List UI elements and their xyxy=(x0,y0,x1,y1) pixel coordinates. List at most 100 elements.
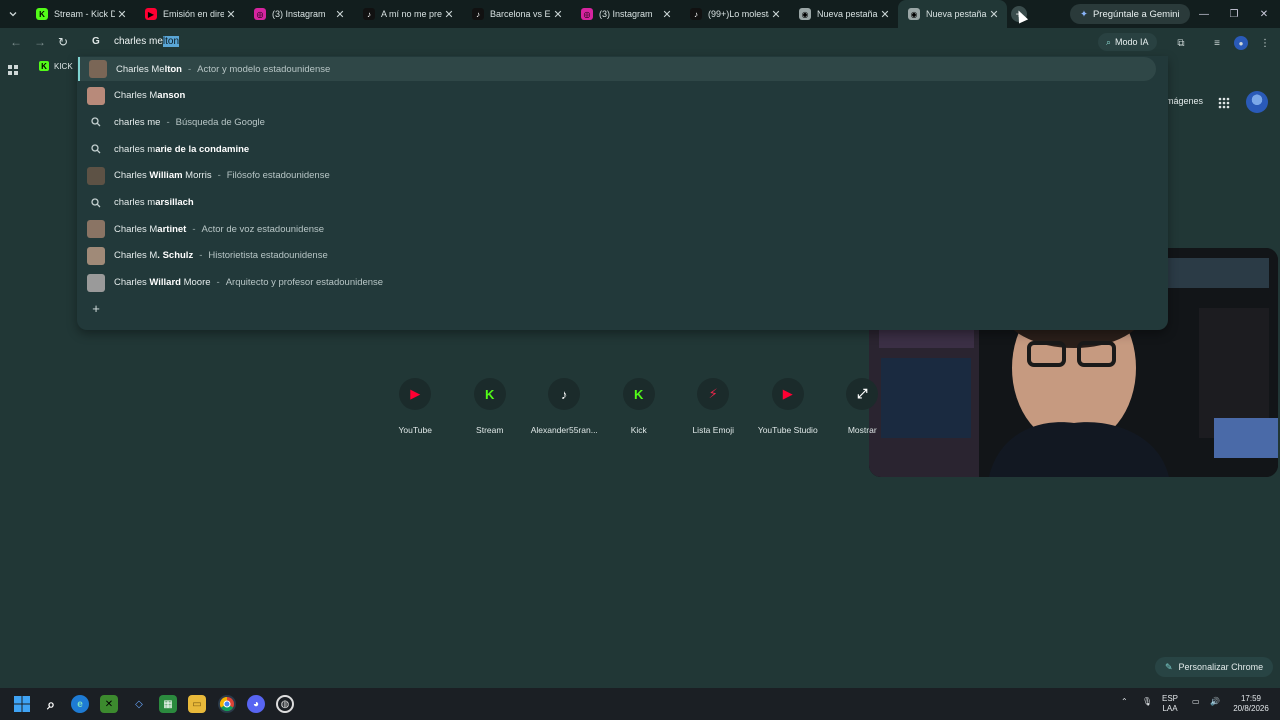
gemini-sparkle-icon: ✦ xyxy=(1080,8,1088,20)
entity-thumbnail xyxy=(87,166,105,185)
tray-chevron-up-icon[interactable]: ⌃ xyxy=(1121,697,1128,707)
suggestion-item[interactable]: Charles Manson xyxy=(78,84,1156,108)
search-icon xyxy=(87,144,105,154)
shortcut-tile[interactable]: K Stream xyxy=(453,378,528,435)
suggestion-item[interactable]: Charles M. Schulz - Historietista estadoun… xyxy=(78,244,1156,268)
close-tab-icon[interactable]: ✕ xyxy=(551,8,565,21)
display-icon[interactable]: ▭ xyxy=(1192,697,1200,707)
gemini-button[interactable]: ✦ Pregúntale a Gemini xyxy=(1070,4,1190,24)
close-tab-icon[interactable]: ✕ xyxy=(769,8,783,21)
language-indicator[interactable]: ESP LAA xyxy=(1162,694,1178,714)
tab-9[interactable]: ◉ Nueva pestaña ✕ xyxy=(898,0,1007,28)
shortcuts-row: ▶ YouTube K Stream ♪ Alexander55ran... K Kick ⚡ L… xyxy=(378,378,900,435)
modo-ia-button[interactable]: ⌕ Modo IA xyxy=(1098,33,1157,51)
speaker-icon[interactable]: 🔊 xyxy=(1210,697,1220,707)
edge-browser-icon[interactable]: e xyxy=(71,695,89,713)
address-bar-input[interactable]: charles melton xyxy=(114,36,180,47)
tab-7[interactable]: ♪ (99+)Lo molestar✕ xyxy=(680,0,789,28)
search-icon xyxy=(87,117,105,127)
customize-chrome-button[interactable]: ✎ Personalizar Chrome xyxy=(1155,657,1274,677)
shortcut-tile[interactable]: ⤢ Mostrar xyxy=(825,378,900,435)
language-code: ESP xyxy=(1162,694,1179,703)
tab-8[interactable]: ◉ Nueva pestaña ✕ xyxy=(789,0,898,28)
instagram-icon: ◎ xyxy=(254,8,266,20)
suggestion-text: Charles M xyxy=(114,250,158,262)
tiktok-icon: ♪ xyxy=(472,8,484,20)
suggestion-bold-text: anson xyxy=(157,90,186,102)
menu-kebab-icon[interactable]: ⋮ xyxy=(1258,36,1272,50)
suggestion-item[interactable]: Charles Martinet - Actor de voz estadounid… xyxy=(78,217,1156,241)
close-tab-icon[interactable]: ✕ xyxy=(224,8,238,21)
minimize-button[interactable]: — xyxy=(1188,0,1220,28)
tab-1[interactable]: K Stream - Kick Da✕ xyxy=(26,0,135,28)
kick-bookmark[interactable]: KICK xyxy=(54,62,73,71)
extensions-icon[interactable]: ⧉ xyxy=(1174,36,1188,50)
close-window-button[interactable]: ✕ xyxy=(1248,0,1280,28)
shortcut-tile[interactable]: ▶ YouTube Studio xyxy=(751,378,826,435)
app-diamond-icon[interactable]: ◇ xyxy=(130,695,148,713)
suggestion-text: charles m xyxy=(114,143,156,155)
toolbar: ← → ↻ G charles melton xyxy=(0,28,1280,56)
windows-start-icon[interactable] xyxy=(13,695,31,713)
close-tab-icon[interactable]: ✕ xyxy=(987,8,1001,21)
customize-chrome-label: Personalizar Chrome xyxy=(1178,662,1264,672)
gemini-label: Pregúntale a Gemini xyxy=(1092,8,1180,20)
close-tab-icon[interactable]: ✕ xyxy=(878,8,892,21)
account-avatar[interactable] xyxy=(1246,91,1268,113)
tab-5[interactable]: ♪ Barcelona vs Emi✕ xyxy=(462,0,571,28)
close-tab-icon[interactable]: ✕ xyxy=(660,8,674,21)
omnibox-typed-text: charles me xyxy=(114,36,163,47)
shortcut-tile[interactable]: ⚡ Lista Emoji xyxy=(676,378,751,435)
file-explorer-icon[interactable]: ▭ xyxy=(188,695,206,713)
shortcut-label: Kick xyxy=(630,425,647,435)
apps-grid-icon[interactable] xyxy=(8,62,18,80)
close-tab-icon[interactable]: ✕ xyxy=(442,8,456,21)
suggestion-separator: - xyxy=(166,116,170,128)
xbox-icon[interactable]: ✕ xyxy=(100,695,118,713)
tab-4[interactable]: ♪ A mí no me preg ✕ xyxy=(353,0,462,28)
profile-avatar-icon[interactable]: ● xyxy=(1234,36,1248,50)
entity-thumbnail xyxy=(87,246,105,265)
suggestion-separator: - xyxy=(217,170,221,182)
suggestion-description: Actor y modelo estadounidense xyxy=(197,63,331,75)
tab-3[interactable]: ◎ (3) Instagram ✕ xyxy=(244,0,353,28)
suggestion-item[interactable]: charles m arie de la condamine xyxy=(78,137,1156,161)
suggestion-bold-text: arsillach xyxy=(155,197,194,208)
shortcut-label: Lista Emoji xyxy=(692,425,735,435)
media-controls-icon[interactable]: ≡ xyxy=(1210,36,1224,50)
suggestion-item[interactable]: Charles Willard Moore - Arquitecto y profe… xyxy=(78,271,1156,295)
shortcut-tile[interactable]: K Kick xyxy=(602,378,677,435)
suggestion-text-tail: Morris xyxy=(182,170,212,182)
game-app-icon[interactable]: ▦ xyxy=(159,695,177,713)
suggestion-item[interactable]: Charles Me lton - Actor y modelo estadounid… xyxy=(78,57,1156,81)
clock-time: 17:59 xyxy=(1240,694,1262,703)
reload-icon[interactable]: ↻ xyxy=(58,35,68,49)
microphone-icon[interactable]: 🎙 xyxy=(1142,697,1152,707)
search-icon[interactable]: ⌕ xyxy=(42,695,60,713)
suggestion-text: Charles M xyxy=(114,90,158,102)
tab-2[interactable]: ▶ Emisión en direct✕ xyxy=(135,0,244,28)
tab-title: Emisión en direct xyxy=(163,9,224,19)
suggestion-item[interactable]: Charles William Morris - Filósofo estadoun… xyxy=(78,164,1156,188)
tab-6[interactable]: ◎ (3) Instagram ✕ xyxy=(571,0,680,28)
discord-icon[interactable]: ◕ xyxy=(247,695,265,713)
close-tab-icon[interactable]: ✕ xyxy=(333,8,347,21)
shortcut-icon-circle: ▶ xyxy=(771,378,804,410)
tab-search-button[interactable] xyxy=(0,0,26,28)
shortcut-tile[interactable]: ▶ YouTube xyxy=(378,378,453,435)
chrome-taskbar-icon[interactable] xyxy=(218,695,236,713)
suggestion-description: Filósofo estadounidense xyxy=(226,170,330,182)
back-icon[interactable]: ← xyxy=(10,35,22,49)
obs-icon[interactable]: ◍ xyxy=(276,695,294,713)
images-link[interactable]: mágenes xyxy=(1166,96,1203,106)
suggestion-item[interactable]: charles m arsillach xyxy=(78,191,1156,215)
clock[interactable]: 17:59 20/8/2026 xyxy=(1226,694,1276,714)
suggestion-item[interactable]: charles me - Búsqueda de Google xyxy=(78,110,1156,134)
add-context-plus-icon[interactable]: + xyxy=(88,301,104,317)
close-tab-icon[interactable]: ✕ xyxy=(115,8,129,21)
restore-button[interactable]: ❐ xyxy=(1218,0,1250,28)
forward-icon[interactable]: → xyxy=(34,35,46,49)
google-apps-icon[interactable] xyxy=(1218,96,1230,109)
tiktok-icon: ♪ xyxy=(690,8,702,20)
shortcut-tile[interactable]: ♪ Alexander55ran... xyxy=(527,378,602,435)
